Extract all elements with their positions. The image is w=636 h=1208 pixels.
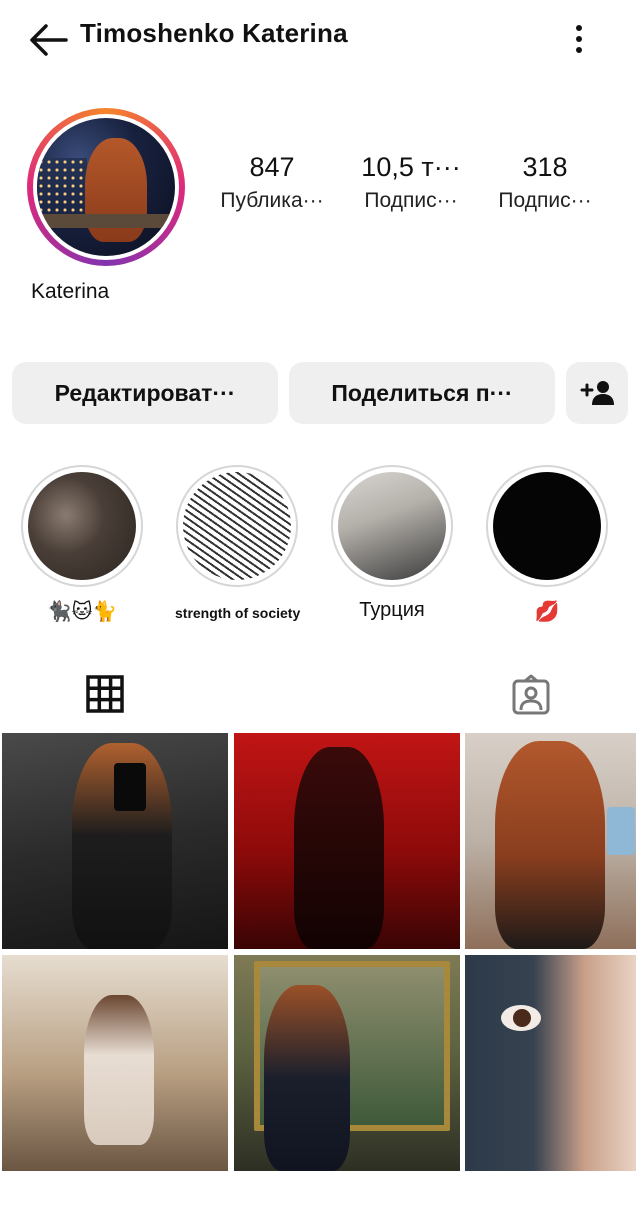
edit-profile-button[interactable]: Редактироват··· — [12, 362, 278, 424]
post-thumbnail[interactable] — [2, 955, 228, 1171]
highlight-ring — [21, 465, 143, 587]
top-bar: Timoshenko Katerina — [0, 0, 636, 70]
highlight-caption: 💋 — [534, 601, 560, 623]
posts-grid — [0, 733, 636, 1193]
highlight-caption: Турция — [359, 599, 425, 621]
add-person-icon — [580, 381, 614, 405]
highlight-cover — [493, 472, 601, 580]
share-profile-button[interactable]: Поделиться п··· — [289, 362, 555, 424]
highlight-caption: strength of society — [175, 605, 301, 621]
stat-following[interactable]: 318 Подпис··· — [475, 152, 615, 213]
avatar[interactable] — [27, 108, 185, 266]
stat-following-label: Подпис··· — [498, 189, 592, 212]
avatar-railing — [37, 214, 175, 228]
avatar-city-lights — [37, 158, 87, 214]
stat-followers[interactable]: 10,5 т··· Подпис··· — [341, 152, 481, 213]
stat-followers-value: 10,5 т··· — [361, 152, 461, 182]
highlight-cover — [183, 472, 291, 580]
stat-posts[interactable]: 847 Публика··· — [202, 152, 342, 213]
highlight-ring — [331, 465, 453, 587]
post-thumbnail[interactable] — [465, 955, 636, 1171]
highlight-ring — [486, 465, 608, 587]
stat-posts-value: 847 — [249, 152, 295, 182]
post-iris — [513, 1009, 531, 1027]
highlight-item[interactable]: 🐈‍⬛🐱🐈 — [20, 465, 144, 624]
stat-followers-label: Подпис··· — [364, 189, 458, 212]
arrow-left-icon[interactable] — [26, 20, 70, 60]
post-figure — [294, 747, 384, 949]
post-phone — [114, 763, 146, 811]
post-thumbnail[interactable] — [465, 733, 636, 949]
highlight-ring — [176, 465, 298, 587]
profile-name: Katerina — [31, 280, 110, 303]
grid-icon[interactable] — [85, 674, 125, 714]
post-phone — [607, 807, 635, 855]
add-person-button[interactable] — [566, 362, 628, 424]
highlight-item[interactable]: strength of society — [175, 465, 301, 621]
post-thumbnail[interactable] — [2, 733, 228, 949]
page-title: Timoshenko Katerina — [80, 18, 348, 48]
avatar-border — [33, 114, 179, 260]
stat-following-value: 318 — [522, 152, 568, 182]
post-thumbnail[interactable] — [234, 733, 460, 949]
post-figure — [264, 985, 350, 1171]
post-thumbnail[interactable] — [234, 955, 460, 1171]
highlight-cover — [338, 472, 446, 580]
post-figure — [84, 995, 154, 1145]
highlight-caption: 🐈‍⬛🐱🐈 — [46, 601, 118, 623]
post-figure — [495, 741, 605, 949]
more-vertical-icon[interactable] — [565, 22, 593, 56]
highlight-item[interactable]: 💋 — [485, 465, 609, 624]
stat-posts-label: Публика··· — [220, 189, 324, 212]
highlight-item[interactable]: Турция — [330, 465, 454, 622]
tagged-person-icon[interactable] — [510, 674, 552, 716]
avatar-image — [37, 118, 175, 256]
highlight-cover — [28, 472, 136, 580]
